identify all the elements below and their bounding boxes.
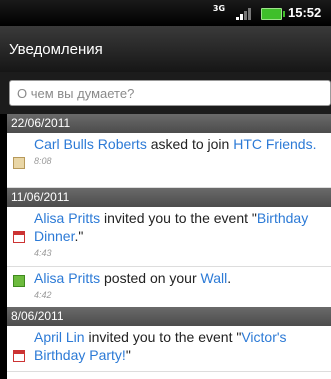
date-header: 11/06/2011 (7, 188, 331, 207)
group-link[interactable]: HTC Friends. (233, 136, 316, 152)
user-link[interactable]: Alisa Pritts (34, 270, 100, 286)
event-icon (13, 350, 25, 362)
user-link[interactable]: Alisa Pritts (34, 210, 100, 226)
notification-action: asked to join (146, 136, 234, 152)
notification-suffix: . (227, 270, 232, 286)
notification-suffix: ." (74, 228, 84, 244)
notification-action: invited you to the event " (100, 210, 257, 226)
notification-text: April Lin invited you to the event "Vict… (34, 328, 325, 364)
signal-strength-icon (236, 7, 254, 20)
notifications-list[interactable]: 22/06/2011 Carl Bulls Roberts asked to j… (7, 114, 331, 379)
status-bar: 3G 15:52 (0, 0, 331, 26)
notification-text: Alisa Pritts posted on your Wall. (34, 269, 325, 287)
date-header: 22/06/2011 (7, 114, 331, 133)
notification-text: Alisa Pritts invited you to the event "B… (34, 209, 325, 245)
status-update-input[interactable] (9, 80, 331, 106)
status-update-bar (0, 72, 331, 114)
user-link[interactable]: Carl Bulls Roberts (34, 136, 147, 152)
notification-item[interactable]: Alisa Pritts invited you to the event "B… (7, 207, 331, 267)
user-link[interactable]: April Lin (34, 329, 85, 345)
title-bar: Уведомления (0, 26, 331, 72)
notification-suffix: " (125, 347, 131, 363)
notification-action: invited you to the event " (84, 329, 242, 345)
notification-item[interactable]: April Lin invited you to the event "Vict… (7, 326, 331, 372)
notification-item[interactable]: Alisa Pritts posted on your Wall. 4:42 (7, 267, 331, 306)
date-header: 8/06/2011 (7, 307, 331, 326)
notification-item[interactable]: Carl Bulls Roberts asked to join HTC Fri… (7, 133, 331, 188)
notification-text: Carl Bulls Roberts asked to join HTC Fri… (34, 135, 325, 153)
page-title: Уведомления (9, 41, 103, 58)
notification-action: posted on your (100, 270, 201, 286)
notification-time: 8:08 (34, 156, 52, 166)
wall-post-icon (13, 275, 25, 287)
battery-icon (261, 8, 285, 20)
event-icon (13, 231, 25, 243)
wall-link[interactable]: Wall (201, 270, 228, 286)
status-time: 15:52 (288, 5, 322, 20)
notification-time: 4:42 (34, 290, 52, 300)
notification-time: 4:43 (34, 248, 52, 258)
friend-request-icon (13, 157, 25, 169)
network-3g-icon: 3G (212, 4, 226, 13)
